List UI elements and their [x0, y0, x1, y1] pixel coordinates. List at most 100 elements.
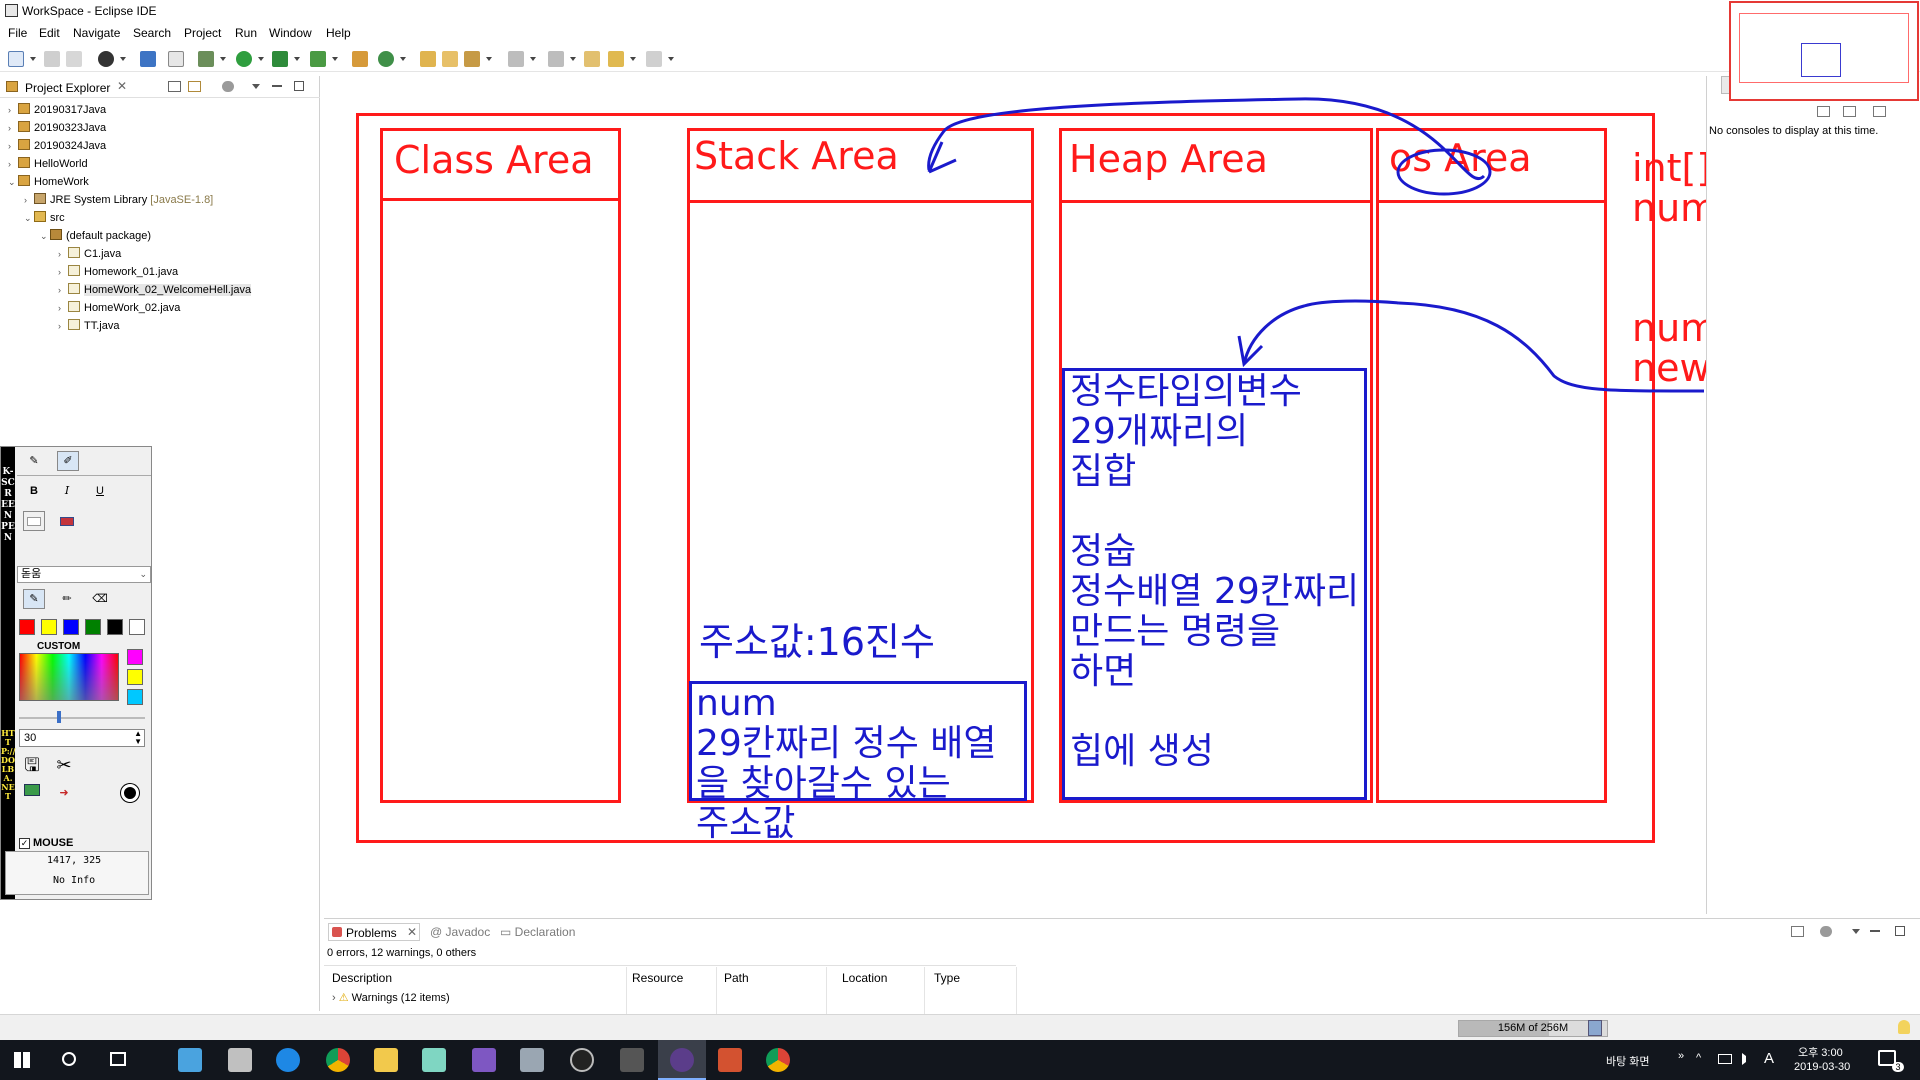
column-location[interactable]: Location — [842, 971, 887, 985]
font-select[interactable]: 돋움 ⌄ — [17, 566, 151, 583]
us-flag-icon[interactable] — [56, 511, 78, 531]
new-icon[interactable] — [8, 51, 24, 67]
close-view-icon[interactable]: ✕ — [117, 79, 127, 93]
column-resource[interactable]: Resource — [632, 971, 683, 985]
minimize-icon[interactable] — [1870, 930, 1880, 932]
windows-start-icon[interactable] — [14, 1052, 30, 1068]
remote-desktop-icon[interactable] — [520, 1048, 544, 1072]
underline-button[interactable]: U — [89, 481, 111, 501]
external-tools-icon[interactable] — [310, 51, 326, 67]
column-description[interactable]: Description — [332, 971, 392, 985]
menu-run[interactable]: Run — [235, 26, 257, 40]
forward-icon[interactable] — [646, 51, 662, 67]
save-all-icon[interactable] — [66, 51, 82, 67]
tree-item[interactable]: ⌄ src — [24, 210, 65, 226]
color-swatch-black[interactable] — [107, 619, 123, 635]
menu-window[interactable]: Window — [269, 26, 312, 40]
save-icon[interactable] — [44, 51, 60, 67]
color-spectrum-picker[interactable] — [19, 653, 119, 701]
tree-item[interactable]: › C1.java — [58, 246, 121, 262]
tree-item-selected[interactable]: › HomeWork_02_WelcomeHell.java — [58, 282, 252, 298]
color-swatch-yellow[interactable] — [41, 619, 57, 635]
tree-item[interactable]: ⌄ HomeWork — [8, 174, 89, 190]
open-task-icon[interactable] — [442, 51, 458, 67]
mouse-checkbox[interactable]: ✓ MOUSE — [19, 837, 73, 849]
pencil-tool-icon[interactable]: ✎ — [23, 451, 45, 471]
chrome-icon[interactable] — [326, 1048, 350, 1072]
edge-icon[interactable] — [276, 1048, 300, 1072]
pin-console-icon[interactable] — [1817, 106, 1830, 117]
custom-swatch-yellow[interactable] — [127, 669, 143, 685]
column-path[interactable]: Path — [724, 971, 749, 985]
menu-project[interactable]: Project — [184, 26, 221, 40]
previous-annotation-icon[interactable] — [548, 51, 564, 67]
pen-tool-icon[interactable]: ✎ — [23, 589, 45, 609]
tab-declaration[interactable]: ▭ Declaration — [500, 925, 575, 939]
bold-button[interactable]: B — [23, 481, 45, 501]
korean-flag-icon[interactable] — [23, 511, 45, 531]
highlighter-icon[interactable]: ✏ — [56, 589, 78, 609]
coverage-icon[interactable] — [272, 51, 288, 67]
network-icon[interactable] — [1718, 1054, 1732, 1064]
color-swatch-blue[interactable] — [63, 619, 79, 635]
color-swatch-red[interactable] — [19, 619, 35, 635]
view-menu-icon[interactable] — [252, 84, 260, 89]
new-java-package-icon[interactable] — [352, 51, 368, 67]
tree-item[interactable]: › 20190323Java — [8, 120, 106, 136]
size-slider-track[interactable] — [19, 717, 145, 719]
debug-icon[interactable] — [198, 51, 214, 67]
skip-breakpoints-icon[interactable] — [168, 51, 184, 67]
new-java-class-icon[interactable] — [378, 51, 394, 67]
chrome-icon[interactable] — [766, 1048, 790, 1072]
focus-icon[interactable] — [1791, 926, 1804, 937]
calculator-icon[interactable] — [620, 1048, 644, 1072]
tree-item[interactable]: › JRE System Library [JavaSE-1.8] — [24, 192, 213, 208]
search-icon[interactable] — [464, 51, 480, 67]
eclipse-icon[interactable] — [670, 1048, 694, 1072]
stepper-icon[interactable]: ▲ ▼ — [134, 730, 142, 746]
editor-area[interactable]: Class Area Stack Area Heap Area os Area … — [324, 76, 1901, 914]
obs-icon[interactable] — [570, 1048, 594, 1072]
tab-problems[interactable]: Problems ✕ — [328, 923, 420, 941]
open-console-icon[interactable] — [1873, 106, 1886, 117]
filter-icon[interactable] — [1820, 926, 1832, 937]
toggle-screen-icon[interactable] — [119, 783, 141, 803]
warnings-row[interactable]: › ⚠ Warnings (12 items) — [332, 991, 450, 1004]
ime-indicator[interactable]: A — [1764, 1050, 1774, 1067]
eraser-icon[interactable]: ⌫ — [89, 589, 111, 609]
show-hidden-icons[interactable]: ^ — [1696, 1052, 1701, 1064]
tab-javadoc[interactable]: @ Javadoc — [430, 925, 490, 939]
tree-item[interactable]: › Homework_01.java — [58, 264, 178, 280]
custom-swatch-magenta[interactable] — [127, 649, 143, 665]
menu-file[interactable]: File — [8, 26, 27, 40]
terminal-icon[interactable] — [140, 51, 156, 67]
maximize-icon[interactable] — [1895, 926, 1905, 936]
menu-search[interactable]: Search — [133, 26, 171, 40]
maximize-icon[interactable] — [294, 81, 304, 91]
heap-status[interactable]: 156M of 256M — [1458, 1020, 1608, 1037]
run-icon[interactable] — [236, 51, 252, 67]
clock-date[interactable]: 2019-03-30 — [1794, 1061, 1850, 1073]
next-annotation-icon[interactable] — [508, 51, 524, 67]
profile-icon[interactable] — [98, 51, 114, 67]
color-swatch-green[interactable] — [85, 619, 101, 635]
size-slider-handle[interactable] — [57, 711, 61, 723]
tree-item[interactable]: › HomeWork_02.java — [58, 300, 180, 316]
close-tab-icon[interactable]: ✕ — [407, 925, 417, 939]
save-as-icon[interactable]: ✂ — [53, 755, 75, 775]
tree-item[interactable]: › 20190317Java — [8, 102, 106, 118]
capture-icon[interactable] — [21, 783, 43, 803]
minimize-icon[interactable] — [272, 85, 282, 87]
tree-item[interactable]: › TT.java — [58, 318, 119, 334]
clock-time[interactable]: 오후 3:00 — [1798, 1044, 1843, 1060]
notepad-icon[interactable] — [422, 1048, 446, 1072]
app-icon[interactable] — [228, 1048, 252, 1072]
pen-size-input[interactable]: 30 ▲ ▼ — [19, 729, 145, 747]
menu-help[interactable]: Help — [326, 26, 351, 40]
exit-icon[interactable]: ➜ — [53, 783, 75, 803]
open-type-icon[interactable] — [420, 51, 436, 67]
view-menu-icon[interactable] — [1852, 929, 1860, 934]
filter-icon[interactable] — [222, 81, 234, 92]
color-swatch-white[interactable] — [129, 619, 145, 635]
project-explorer-title[interactable]: Project Explorer — [25, 81, 110, 95]
